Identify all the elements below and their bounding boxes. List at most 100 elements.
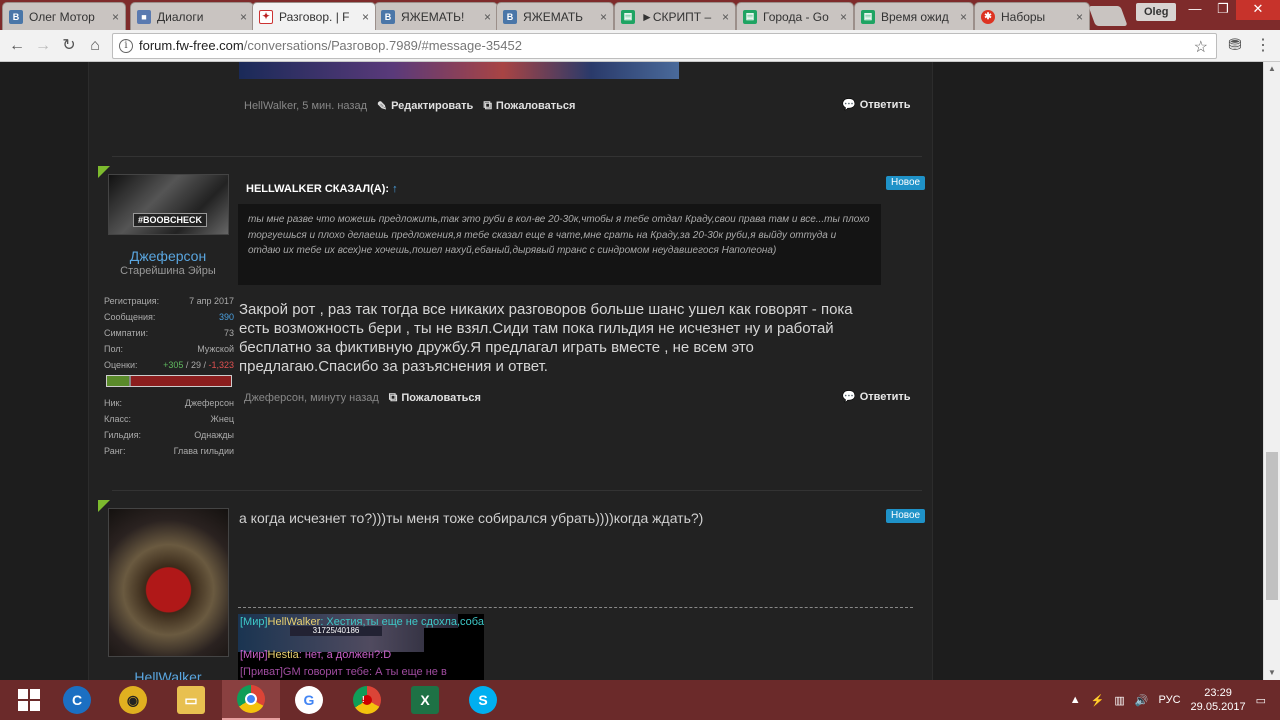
edit-button[interactable]: ✎ Редактировать <box>377 99 473 113</box>
scrollbar-thumb[interactable] <box>1266 452 1278 600</box>
restore-icon[interactable]: ❐ <box>1208 0 1238 20</box>
post-image <box>239 62 679 79</box>
tab-4[interactable]: B ЯЖЕМАТЬ × <box>496 2 614 30</box>
signature-divider <box>238 607 913 608</box>
reply-button[interactable]: 💬 Ответить <box>842 98 911 112</box>
home-icon[interactable]: ⌂ <box>84 35 106 57</box>
windows-logo-icon <box>18 689 40 711</box>
forum-icon: ✦ <box>259 9 273 24</box>
taskbar-app-g[interactable]: G <box>280 680 338 720</box>
message-meta: Джеферсон, минуту назад <box>244 391 379 404</box>
skype-icon: S <box>469 686 497 714</box>
scroll-down-icon[interactable]: ▼ <box>1264 666 1280 680</box>
new-badge: Новое <box>886 509 926 523</box>
report-button[interactable]: ⧉ Пожаловаться <box>483 98 575 113</box>
message-meta: HellWalker, 5 мин. назад <box>244 99 367 112</box>
taskbar-app-player[interactable]: ◉ <box>104 680 162 720</box>
info-icon[interactable]: i <box>119 39 133 53</box>
report-button[interactable]: ⧉ Пожаловаться <box>389 390 481 405</box>
message-footer: Джеферсон, минуту назад ⧉ Пожаловаться <box>244 390 481 405</box>
tab-title: Наборы <box>1001 9 1046 24</box>
avatar[interactable]: #BOOBCHECK <box>108 174 229 235</box>
page-scrollbar[interactable]: ▲ ▼ <box>1263 62 1280 680</box>
tab-0[interactable]: B Олег Мотор × <box>2 2 126 30</box>
username[interactable]: HellWalker <box>100 669 236 680</box>
excel-icon: X <box>411 686 439 714</box>
tab-title: Диалоги <box>157 9 204 24</box>
volume-icon[interactable]: 🔊 <box>1135 694 1149 707</box>
game-chat-screenshot: 31725/40186 [Мир]HellWalker: Хестия,ты е… <box>238 614 484 680</box>
stat-rank: Ранг: Глава гильдии <box>104 446 234 456</box>
tab-8[interactable]: ✱ Наборы × <box>974 2 1090 30</box>
taskbar-app-chrome[interactable] <box>222 680 280 720</box>
taskbar-app-excel[interactable]: X <box>396 680 454 720</box>
taskbar-app-explorer[interactable]: ▭ <box>162 680 220 720</box>
minimize-icon[interactable]: — <box>1180 0 1210 20</box>
close-icon[interactable]: × <box>722 10 729 24</box>
rating-bar-neutral <box>129 376 131 386</box>
taskbar-app-skype[interactable]: S <box>454 680 512 720</box>
chat-line: [Мир]Hestia: нет, а должен?:D <box>240 649 392 661</box>
bookmark-star-icon[interactable]: ☆ <box>1194 36 1208 60</box>
network-icon[interactable]: ▥ <box>1114 694 1124 707</box>
clock[interactable]: 23:29 29.05.2017 <box>1191 686 1246 714</box>
clock-time: 23:29 <box>1204 687 1232 699</box>
menu-icon[interactable]: ⋮ <box>1252 35 1274 57</box>
close-icon[interactable]: × <box>240 10 247 24</box>
back-icon[interactable]: ← <box>6 35 28 57</box>
new-tab-button[interactable] <box>1088 6 1128 26</box>
tab-title: Города - Go <box>763 9 829 24</box>
red-icon: ✱ <box>981 9 995 24</box>
rating-bar <box>106 375 232 387</box>
tab-2[interactable]: ✦ Разговор. | F × <box>252 2 376 30</box>
stat-messages: Сообщения: 390 <box>104 309 234 325</box>
address-bar[interactable]: i forum.fw-free.com/conversations/Разгов… <box>112 33 1217 59</box>
close-window-icon[interactable]: ✕ <box>1236 0 1280 20</box>
taskbar-app-edge[interactable]: C <box>48 680 106 720</box>
stat-guild: Гильдия: Однажды <box>104 430 234 440</box>
report-icon: ⧉ <box>388 390 398 404</box>
stat-ratings: Оценки: +305 / 29 / -1,323 <box>104 360 234 370</box>
tray-expand-icon[interactable]: ▲ <box>1070 694 1081 706</box>
pencil-icon: ✎ <box>377 98 388 113</box>
quote-jump-link[interactable]: ↑ <box>392 183 398 195</box>
tab-7[interactable]: ▤ Время ожид × <box>854 2 974 30</box>
extension-icon[interactable]: ⛃ <box>1224 35 1246 57</box>
tab-3[interactable]: B ЯЖЕМАТЬ! × <box>374 2 498 30</box>
taskbar-app-chrome-alert[interactable]: ! <box>338 680 396 720</box>
username[interactable]: Джеферсон <box>100 248 236 264</box>
forum-page: HellWalker, 5 мин. назад ✎ Редактировать… <box>0 62 1280 680</box>
close-icon[interactable]: × <box>1076 10 1083 24</box>
app-c-icon: C <box>63 686 91 714</box>
quote-author: HELLWALKER СКАЗАЛ(А): <box>246 183 390 195</box>
tab-5[interactable]: ▤ ►СКРИПТ – × <box>614 2 736 30</box>
browser-tab-strip: B Олег Мотор × ■ Диалоги × ✦ Разговор. |… <box>0 0 1280 30</box>
close-icon[interactable]: × <box>112 10 119 24</box>
chrome-alert-icon: ! <box>353 686 381 714</box>
reply-button[interactable]: 💬 Ответить <box>842 390 911 404</box>
report-label: Пожаловаться <box>401 391 481 404</box>
tab-6[interactable]: ▤ Города - Go × <box>736 2 854 30</box>
profile-button[interactable]: Oleg <box>1136 3 1177 21</box>
close-icon[interactable]: × <box>362 10 369 24</box>
browser-toolbar: ← → ↻ ⌂ i forum.fw-free.com/conversation… <box>0 30 1280 62</box>
tab-1[interactable]: ■ Диалоги × <box>130 2 254 30</box>
sheet-icon: ▤ <box>743 9 757 24</box>
url-path: /conversations/Разговор.7989/#message-35… <box>243 38 522 53</box>
power-icon[interactable]: ⚡ <box>1091 694 1105 707</box>
stat-registration: Регистрация: 7 апр 2017 <box>104 296 234 306</box>
forward-icon[interactable]: → <box>32 35 54 57</box>
scroll-up-icon[interactable]: ▲ <box>1264 62 1280 76</box>
messages-count-link[interactable]: 390 <box>219 309 234 325</box>
language-indicator[interactable]: РУС <box>1159 694 1181 706</box>
notifications-icon[interactable]: ▭ <box>1256 694 1266 707</box>
close-icon[interactable]: × <box>960 10 967 24</box>
close-icon[interactable]: × <box>840 10 847 24</box>
stat-class: Класс: Жнец <box>104 414 234 424</box>
close-icon[interactable]: × <box>484 10 491 24</box>
reload-icon[interactable]: ↻ <box>58 35 80 57</box>
avatar[interactable] <box>108 508 229 657</box>
user-title: Старейшина Эйры <box>120 265 216 277</box>
close-icon[interactable]: × <box>600 10 607 24</box>
media-player-icon: ◉ <box>119 686 147 714</box>
